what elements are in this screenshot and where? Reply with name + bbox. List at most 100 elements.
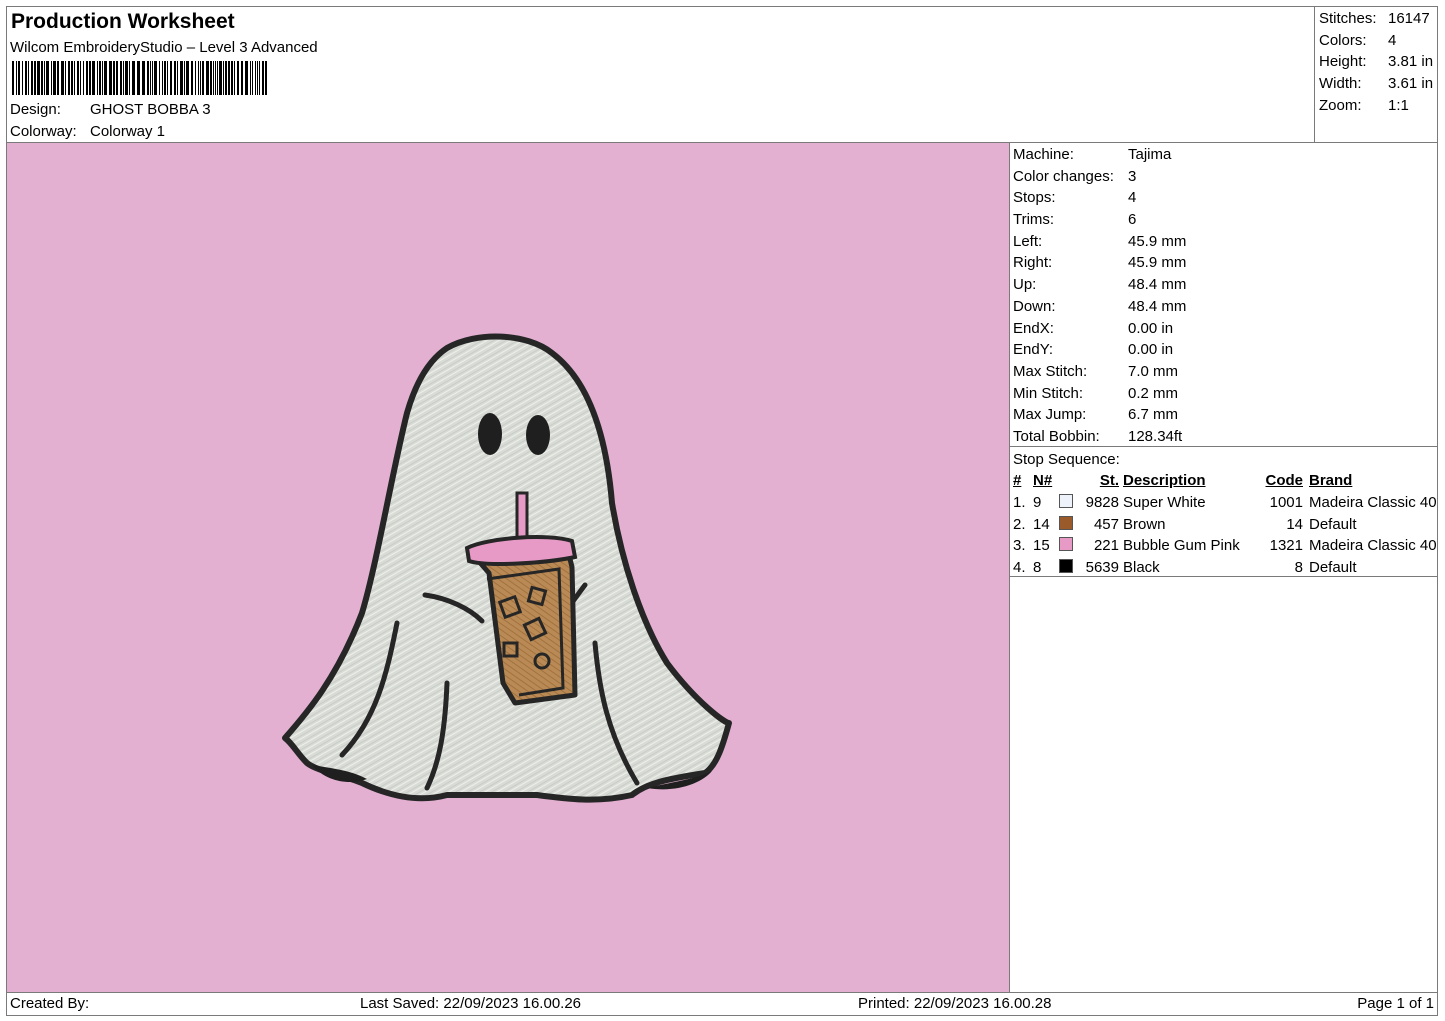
color-swatch-cell xyxy=(1057,492,1077,514)
thread-brand: Default xyxy=(1309,515,1357,533)
info-row: Max Stitch: 7.0 mm xyxy=(1013,361,1186,383)
col-header-description: Description xyxy=(1123,472,1206,490)
info-value: 45.9 mm xyxy=(1128,254,1187,272)
thread-code: 14 xyxy=(1286,515,1303,533)
info-label: EndY: xyxy=(1013,341,1054,359)
summary-row: Stitches: 16147 xyxy=(1319,8,1433,30)
col-header-swatch xyxy=(1057,470,1077,492)
stop-row: 2. 14 457 Brown 14 Default xyxy=(1013,513,1437,535)
info-label: Right: xyxy=(1013,254,1053,272)
info-label: Stops: xyxy=(1013,189,1056,207)
cup-lid xyxy=(464,535,578,566)
summary-row: Colors: 4 xyxy=(1319,30,1433,52)
summary-value: 4 xyxy=(1388,31,1397,49)
footer-separator xyxy=(7,992,1437,993)
summary-value: 1:1 xyxy=(1388,96,1409,114)
info-value: 45.9 mm xyxy=(1128,232,1187,250)
info-row: Machine: Tajima xyxy=(1013,144,1186,166)
ghost-eye-left xyxy=(478,413,502,455)
stop-row: 1. 9 9828 Super White 1001 Madeira Classic 40 xyxy=(1013,492,1437,514)
info-row: Down: 48.4 mm xyxy=(1013,296,1186,318)
design-name: GHOST BOBBA 3 xyxy=(90,101,211,118)
info-value: 0.00 in xyxy=(1128,341,1174,359)
info-row: Right: 45.9 mm xyxy=(1013,252,1186,274)
printed-date: Printed: 22/09/2023 16.00.28 xyxy=(858,995,1052,1012)
col-header-needle: N# xyxy=(1033,472,1053,490)
thread-description: Super White xyxy=(1123,494,1206,512)
info-label: Down: xyxy=(1013,297,1056,315)
colorway-row: Colorway: Colorway 1 xyxy=(10,123,165,140)
info-value: Tajima xyxy=(1128,146,1172,163)
info-row: Max Jump: 6.7 mm xyxy=(1013,404,1186,426)
needle-number: 9 xyxy=(1033,494,1042,512)
color-swatch-cell xyxy=(1057,535,1077,557)
info-value: 48.4 mm xyxy=(1128,276,1187,294)
info-value: 7.0 mm xyxy=(1128,362,1179,380)
page-title: Production Worksheet xyxy=(11,10,235,33)
design-preview xyxy=(7,143,1009,993)
stop-row: 3. 15 221 Bubble Gum Pink 1321 Madeira Classi… xyxy=(1013,535,1437,557)
summary-row: Height: 3.81 in xyxy=(1319,51,1433,73)
thread-description: Brown xyxy=(1123,515,1166,533)
summary-row: Zoom: 1:1 xyxy=(1319,95,1433,117)
stop-sequence-header: # N# St. Description Code Brand xyxy=(1013,470,1437,492)
stitch-count: 221 xyxy=(1093,537,1119,555)
summary-label: Height: xyxy=(1319,53,1367,71)
last-saved: Last Saved: 22/09/2023 16.00.26 xyxy=(360,995,582,1012)
needle-number: 15 xyxy=(1033,537,1050,555)
info-label: Up: xyxy=(1013,276,1037,294)
info-label: Total Bobbin: xyxy=(1013,427,1100,445)
stop-index: 2. xyxy=(1013,515,1026,533)
worksheet: Production Worksheet Wilcom EmbroiderySt… xyxy=(6,6,1438,1016)
info-value: 48.4 mm xyxy=(1128,297,1187,315)
summary-row: Width: 3.61 in xyxy=(1319,73,1433,95)
stop-sequence-label: Stop Sequence: xyxy=(1013,451,1120,468)
color-swatch xyxy=(1059,515,1073,530)
stop-sequence-table: # N# St. Description Code Brand 1. 9 9828 S… xyxy=(1013,470,1437,578)
design-row: Design: GHOST BOBBA 3 xyxy=(10,101,211,118)
color-swatch xyxy=(1059,494,1073,509)
stop-index: 1. xyxy=(1013,494,1026,512)
info-row: EndX: 0.00 in xyxy=(1013,318,1186,340)
ghost-bobba-embroidery xyxy=(282,333,732,803)
info-label: Left: xyxy=(1013,232,1043,250)
machine-info-panel: Machine: Tajima Color changes: 3 Stops: 4 Trim… xyxy=(1013,144,1186,448)
info-value: 0.00 in xyxy=(1128,319,1174,337)
stop-sequence-panel: Stop Sequence: # N# St. Description Code… xyxy=(1013,449,1437,578)
col-header-code: Code xyxy=(1265,472,1304,490)
summary-label: Colors: xyxy=(1319,31,1367,49)
info-row: Left: 45.9 mm xyxy=(1013,231,1186,253)
color-swatch-cell xyxy=(1057,513,1077,535)
design-label: Design: xyxy=(10,101,61,118)
stop-index: 3. xyxy=(1013,537,1026,555)
summary-label: Stitches: xyxy=(1319,10,1377,27)
info-row: EndY: 0.00 in xyxy=(1013,339,1186,361)
stitch-count: 9828 xyxy=(1085,494,1119,512)
thread-code: 1001 xyxy=(1269,494,1303,512)
color-swatch xyxy=(1059,537,1073,552)
ghost-eye-right xyxy=(526,415,550,455)
summary-label: Width: xyxy=(1319,75,1362,93)
stitch-count: 457 xyxy=(1093,515,1119,533)
thread-brand: Madeira Classic 40 xyxy=(1309,494,1437,512)
thread-code: 1321 xyxy=(1269,537,1303,555)
header-divider xyxy=(1314,7,1315,143)
info-row: Trims: 6 xyxy=(1013,209,1186,231)
created-by: Created By: xyxy=(10,995,90,1012)
info-label: Color changes: xyxy=(1013,167,1114,185)
color-swatch xyxy=(1059,559,1073,574)
info-label: Machine: xyxy=(1013,146,1074,163)
col-header-brand: Brand xyxy=(1309,472,1353,490)
thread-description: Bubble Gum Pink xyxy=(1123,537,1240,555)
info-label: Trims: xyxy=(1013,211,1055,229)
worksheet-header: Production Worksheet Wilcom EmbroiderySt… xyxy=(7,7,1315,143)
summary-panel: Stitches: 16147 Colors: 4 Height: 3.81 in Widt… xyxy=(1319,8,1433,116)
col-header-index: # xyxy=(1013,472,1022,490)
stops-separator xyxy=(1010,576,1438,577)
needle-number: 14 xyxy=(1033,515,1050,533)
summary-value: 3.61 in xyxy=(1388,75,1434,93)
info-value: 6 xyxy=(1128,211,1137,229)
info-row: Total Bobbin: 128.34ft xyxy=(1013,426,1186,448)
info-label: Max Stitch: xyxy=(1013,362,1088,380)
straw xyxy=(515,491,529,543)
